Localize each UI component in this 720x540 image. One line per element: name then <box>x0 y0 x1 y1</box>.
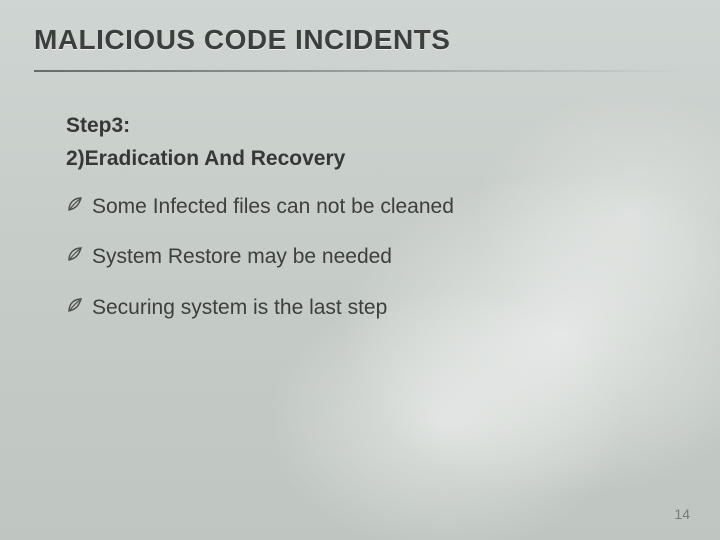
slide: MALICIOUS CODE INCIDENTS Step3: 2)Eradic… <box>0 0 720 540</box>
list-item-text: Some Infected files can not be cleaned <box>92 193 454 221</box>
bullet-list: Some Infected files can not be cleaned S… <box>66 193 666 322</box>
leaf-bullet-icon <box>66 193 84 215</box>
list-item-text: Securing system is the last step <box>92 294 387 322</box>
subtitle-line-1: Step3: <box>66 110 666 143</box>
title-block: MALICIOUS CODE INCIDENTS <box>34 24 686 72</box>
page-number: 14 <box>674 506 690 522</box>
page-title: MALICIOUS CODE INCIDENTS <box>34 24 686 70</box>
list-item: Securing system is the last step <box>66 294 666 322</box>
list-item-text: System Restore may be needed <box>92 243 392 271</box>
leaf-bullet-icon <box>66 243 84 265</box>
leaf-bullet-icon <box>66 294 84 316</box>
list-item: System Restore may be needed <box>66 243 666 271</box>
subtitle-line-2: 2)Eradication And Recovery <box>66 143 666 176</box>
list-item: Some Infected files can not be cleaned <box>66 193 666 221</box>
content-area: Step3: 2)Eradication And Recovery Some I… <box>34 110 686 322</box>
